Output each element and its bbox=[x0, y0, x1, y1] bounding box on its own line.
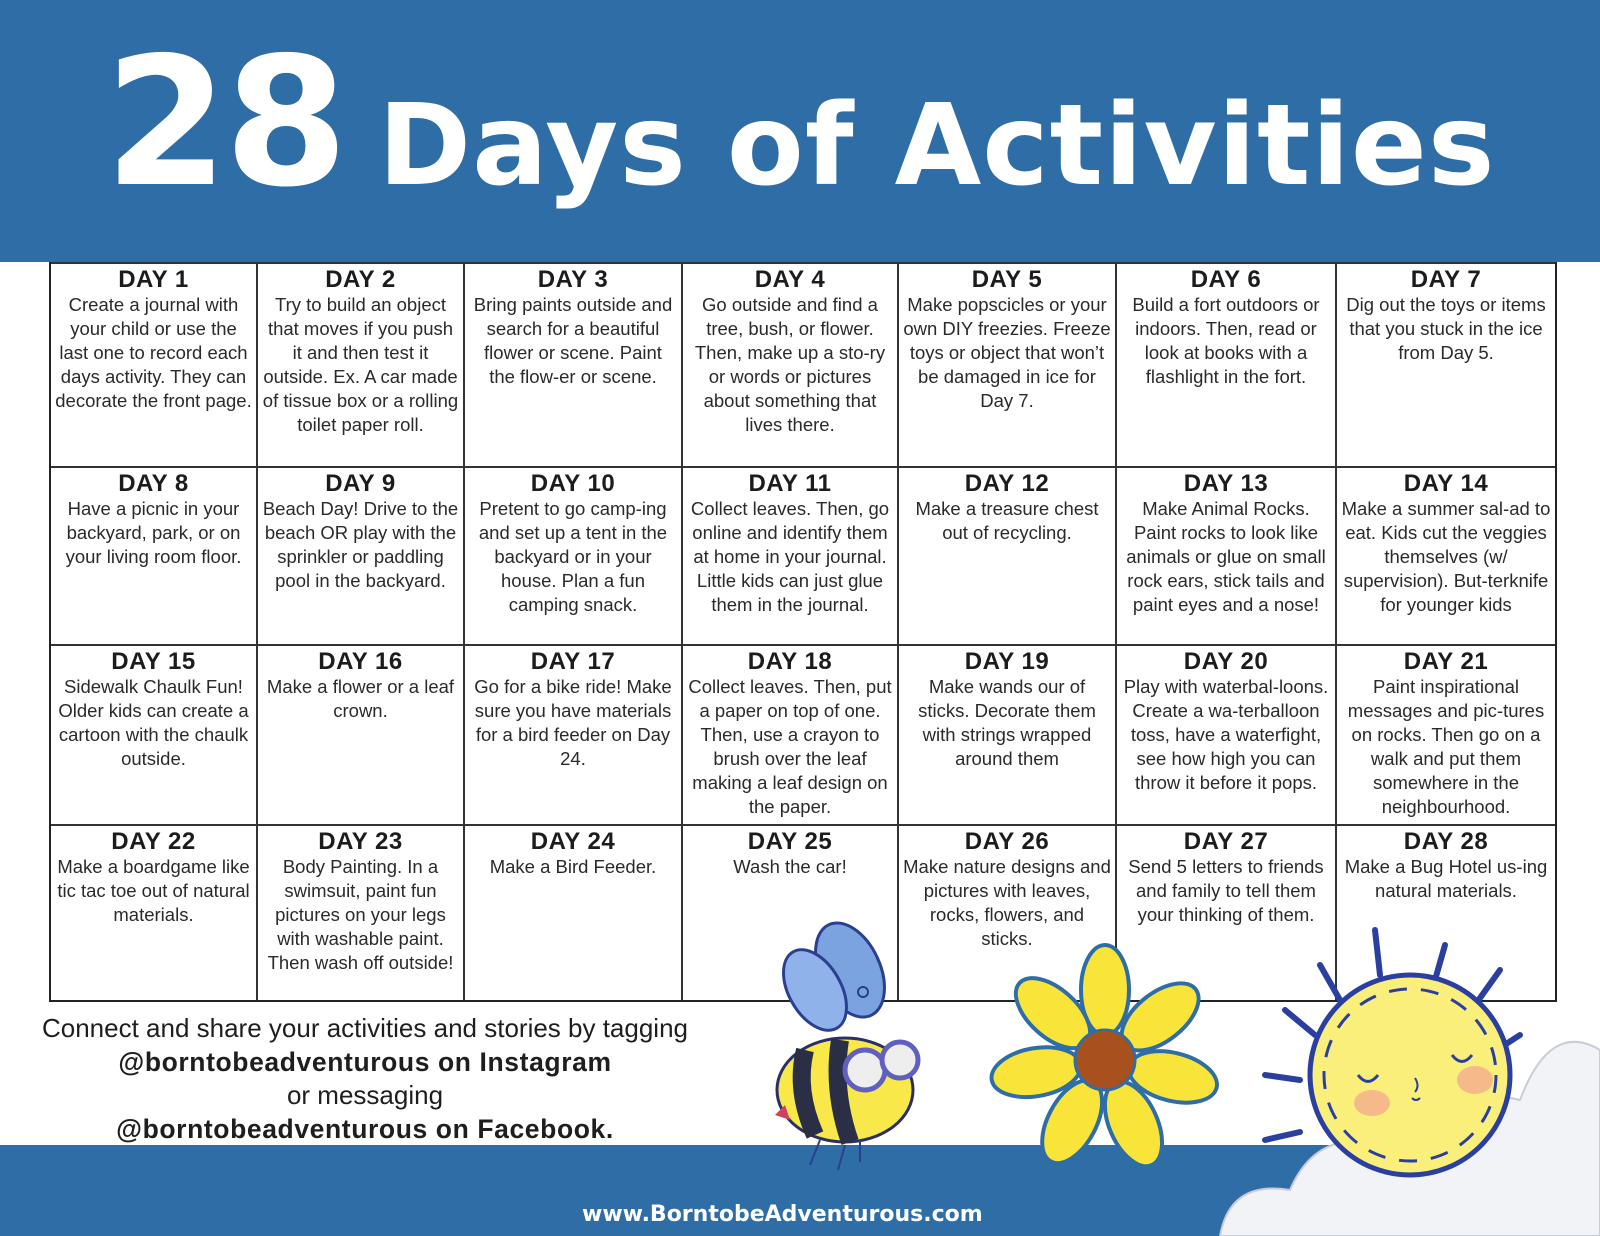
day-activity-text: Play with waterbal-loons. Create a wa-te… bbox=[1123, 676, 1329, 793]
day-label: DAY 23 bbox=[318, 828, 403, 855]
day-cell: DAY 15 Sidewalk Chaulk Fun! Older kids ca… bbox=[51, 644, 258, 824]
day-label: DAY 9 bbox=[325, 470, 396, 497]
instagram-handle: @borntobeadventurous on Instagram bbox=[118, 1046, 612, 1077]
day-label: DAY 6 bbox=[1190, 266, 1262, 293]
bee-icon bbox=[775, 921, 921, 1171]
day-cell: DAY 9 Beach Day! Drive to the beach OR pl… bbox=[258, 466, 465, 644]
day-label: DAY 16 bbox=[318, 648, 403, 675]
day-cell: DAY 14 Make a summer sal-ad to eat. Kids … bbox=[1337, 466, 1555, 644]
day-label: DAY 7 bbox=[1410, 266, 1482, 293]
title-number: 28 bbox=[104, 18, 348, 226]
day-cell: DAY 24 Make a Bird Feeder. bbox=[465, 824, 683, 1000]
activity-calendar-grid: DAY 1 Create a journal with your child or… bbox=[49, 262, 1557, 1002]
day-cell: DAY 20 Play with waterbal-loons. Create a… bbox=[1117, 644, 1337, 824]
day-label: DAY 8 bbox=[118, 470, 189, 497]
footer-line-or: or messaging bbox=[286, 1080, 444, 1110]
day-cell: DAY 19 Make wands our of sticks. Decorate… bbox=[899, 644, 1117, 824]
page-title: 28 Days of Activities bbox=[104, 19, 1495, 226]
day-activity-text: Make Animal Rocks. Paint rocks to look l… bbox=[1126, 498, 1326, 615]
day-label: DAY 24 bbox=[530, 828, 616, 855]
day-activity-text: Make popscicles or your own DIY freezies… bbox=[903, 294, 1111, 411]
day-label: DAY 1 bbox=[118, 266, 189, 293]
day-cell: DAY 10 Pretent to go camp-ing and set up … bbox=[465, 466, 683, 644]
day-label: DAY 4 bbox=[754, 266, 826, 293]
day-label: DAY 25 bbox=[747, 828, 833, 855]
day-label: DAY 15 bbox=[111, 648, 196, 675]
facebook-handle: @borntobeadventurous on Facebook. bbox=[116, 1113, 614, 1144]
day-activity-text: Body Painting. In a swimsuit, paint fun … bbox=[267, 856, 454, 973]
day-label: DAY 26 bbox=[964, 828, 1050, 855]
day-cell: DAY 4 Go outside and find a tree, bush, o… bbox=[683, 262, 899, 466]
day-activity-text: Make a treasure chest out of recycling. bbox=[915, 498, 1099, 543]
day-activity-text: Make a flower or a leaf crown. bbox=[266, 676, 455, 721]
day-activity-text: Make wands our of sticks. Decorate them … bbox=[918, 676, 1096, 769]
day-cell: DAY 12 Make a treasure chest out of recyc… bbox=[899, 466, 1117, 644]
day-cell: DAY 1 Create a journal with your child or… bbox=[51, 262, 258, 466]
day-label: DAY 13 bbox=[1183, 470, 1269, 497]
footer-message: Connect and share your activities and st… bbox=[0, 1012, 730, 1146]
day-activity-text: Build a fort outdoors or indoors. Then, … bbox=[1132, 294, 1320, 387]
day-label: DAY 11 bbox=[748, 470, 832, 497]
title-text: Days of Activities bbox=[378, 80, 1496, 211]
day-cell: DAY 5 Make popscicles or your own DIY fre… bbox=[899, 262, 1117, 466]
day-activity-text: Make a boardgame like tic tac toe out of… bbox=[57, 856, 250, 925]
day-activity-text: Go outside and find a tree, bush, or flo… bbox=[694, 294, 886, 435]
day-label: DAY 19 bbox=[964, 648, 1050, 675]
day-label: DAY 20 bbox=[1183, 648, 1269, 675]
day-activity-text: Make a Bird Feeder. bbox=[489, 856, 657, 877]
day-activity-text: Try to build an object that moves if you… bbox=[262, 294, 459, 435]
day-label: DAY 2 bbox=[325, 266, 396, 293]
day-label: DAY 5 bbox=[971, 266, 1043, 293]
sun-icon bbox=[1262, 927, 1523, 1178]
day-label: DAY 3 bbox=[537, 266, 609, 293]
day-activity-text: Wash the car! bbox=[733, 856, 847, 877]
day-cell: DAY 18 Collect leaves. Then, put a paper … bbox=[683, 644, 899, 824]
flower-icon bbox=[989, 943, 1219, 1169]
day-cell: DAY 23 Body Painting. In a swimsuit, pain… bbox=[258, 824, 465, 1000]
day-activity-text: Go for a bike ride! Make sure you have m… bbox=[474, 676, 672, 769]
day-label: DAY 10 bbox=[530, 470, 616, 497]
day-label: DAY 14 bbox=[1403, 470, 1489, 497]
day-label: DAY 18 bbox=[747, 648, 833, 675]
day-activity-text: Make a Bug Hotel us-ing natural material… bbox=[1344, 856, 1548, 901]
day-cell: DAY 3 Bring paints outside and search for… bbox=[465, 262, 683, 466]
day-cell: DAY 17 Go for a bike ride! Make sure you … bbox=[465, 644, 683, 824]
day-activity-text: Make a summer sal-ad to eat. Kids cut th… bbox=[1341, 498, 1551, 615]
day-activity-text: Collect leaves. Then, go online and iden… bbox=[690, 498, 890, 615]
day-activity-text: Collect leaves. Then, put a paper on top… bbox=[688, 676, 892, 817]
day-activity-text: Create a journal with your child or use … bbox=[55, 294, 252, 411]
day-activity-text: Dig out the toys or items that you stuck… bbox=[1346, 294, 1546, 363]
day-cell: DAY 11 Collect leaves. Then, go online an… bbox=[683, 466, 899, 644]
day-activity-text: Paint inspirational messages and pic-tur… bbox=[1347, 676, 1545, 817]
day-activity-text: Beach Day! Drive to the beach OR play wi… bbox=[262, 498, 459, 591]
day-label: DAY 27 bbox=[1183, 828, 1269, 855]
day-cell: DAY 13 Make Animal Rocks. Paint rocks to … bbox=[1117, 466, 1337, 644]
day-activity-text: Bring paints outside and search for a be… bbox=[473, 294, 673, 387]
day-label: DAY 28 bbox=[1403, 828, 1489, 855]
day-cell: DAY 8 Have a picnic in your backyard, par… bbox=[51, 466, 258, 644]
day-cell: DAY 6 Build a fort outdoors or indoors. T… bbox=[1117, 262, 1337, 466]
day-activity-text: Sidewalk Chaulk Fun! Older kids can crea… bbox=[58, 676, 249, 769]
decorative-illustrations bbox=[775, 921, 1600, 1236]
day-cell: DAY 2 Try to build an object that moves i… bbox=[258, 262, 465, 466]
day-cell: DAY 16 Make a flower or a leaf crown. bbox=[258, 644, 465, 824]
day-cell: DAY 7 Dig out the toys or items that you … bbox=[1337, 262, 1555, 466]
day-cell: DAY 21 Paint inspirational messages and p… bbox=[1337, 644, 1555, 824]
day-label: DAY 17 bbox=[530, 648, 616, 675]
header-banner: 28 Days of Activities bbox=[0, 0, 1600, 262]
day-label: DAY 21 bbox=[1403, 648, 1489, 675]
footer-line-connect: Connect and share your activities and st… bbox=[41, 1013, 689, 1043]
day-label: DAY 12 bbox=[964, 470, 1050, 497]
day-cell: DAY 22 Make a boardgame like tic tac toe … bbox=[51, 824, 258, 1000]
day-activity-text: Pretent to go camp-ing and set up a tent… bbox=[478, 498, 668, 615]
day-label: DAY 22 bbox=[111, 828, 196, 855]
day-activity-text: Have a picnic in your backyard, park, or… bbox=[65, 498, 242, 567]
